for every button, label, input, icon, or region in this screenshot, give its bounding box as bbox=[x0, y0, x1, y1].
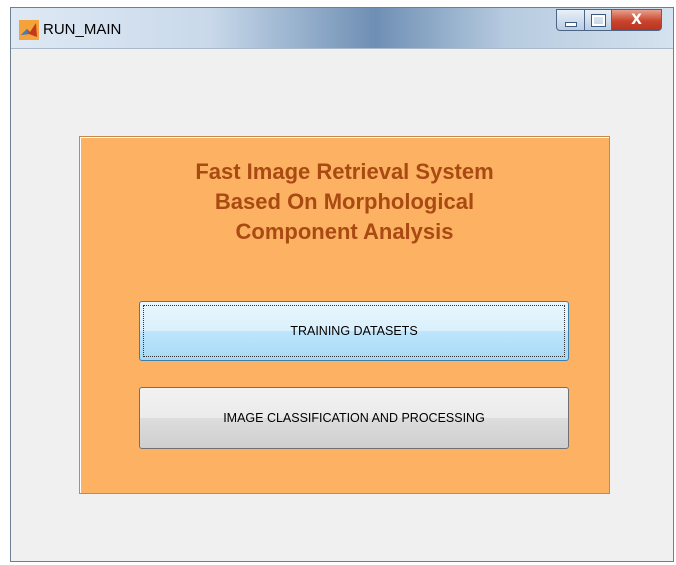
maximize-icon bbox=[590, 13, 606, 27]
main-panel: Fast Image Retrieval System Based On Mor… bbox=[79, 136, 610, 494]
focus-rectangle bbox=[143, 305, 565, 357]
heading-line: Fast Image Retrieval System bbox=[195, 159, 494, 184]
heading-line: Based On Morphological bbox=[214, 189, 475, 214]
training-datasets-button[interactable]: TRAINING DATASETS bbox=[139, 301, 569, 361]
maximize-button[interactable] bbox=[585, 9, 612, 31]
image-classification-label: IMAGE CLASSIFICATION AND PROCESSING bbox=[223, 411, 485, 425]
close-icon: X bbox=[631, 12, 642, 28]
minimize-button[interactable] bbox=[556, 9, 585, 31]
title-bar[interactable]: RUN_MAIN X bbox=[11, 8, 673, 49]
close-button[interactable]: X bbox=[612, 9, 662, 31]
matlab-icon bbox=[19, 20, 39, 40]
app-heading: Fast Image Retrieval System Based On Mor… bbox=[80, 157, 609, 247]
heading-line: Component Analysis bbox=[235, 219, 454, 244]
figure-window: RUN_MAIN X Fast Image Retrieval System B… bbox=[10, 7, 674, 562]
minimize-icon bbox=[564, 21, 577, 27]
window-title: RUN_MAIN bbox=[43, 21, 122, 38]
image-classification-button[interactable]: IMAGE CLASSIFICATION AND PROCESSING bbox=[139, 387, 569, 449]
